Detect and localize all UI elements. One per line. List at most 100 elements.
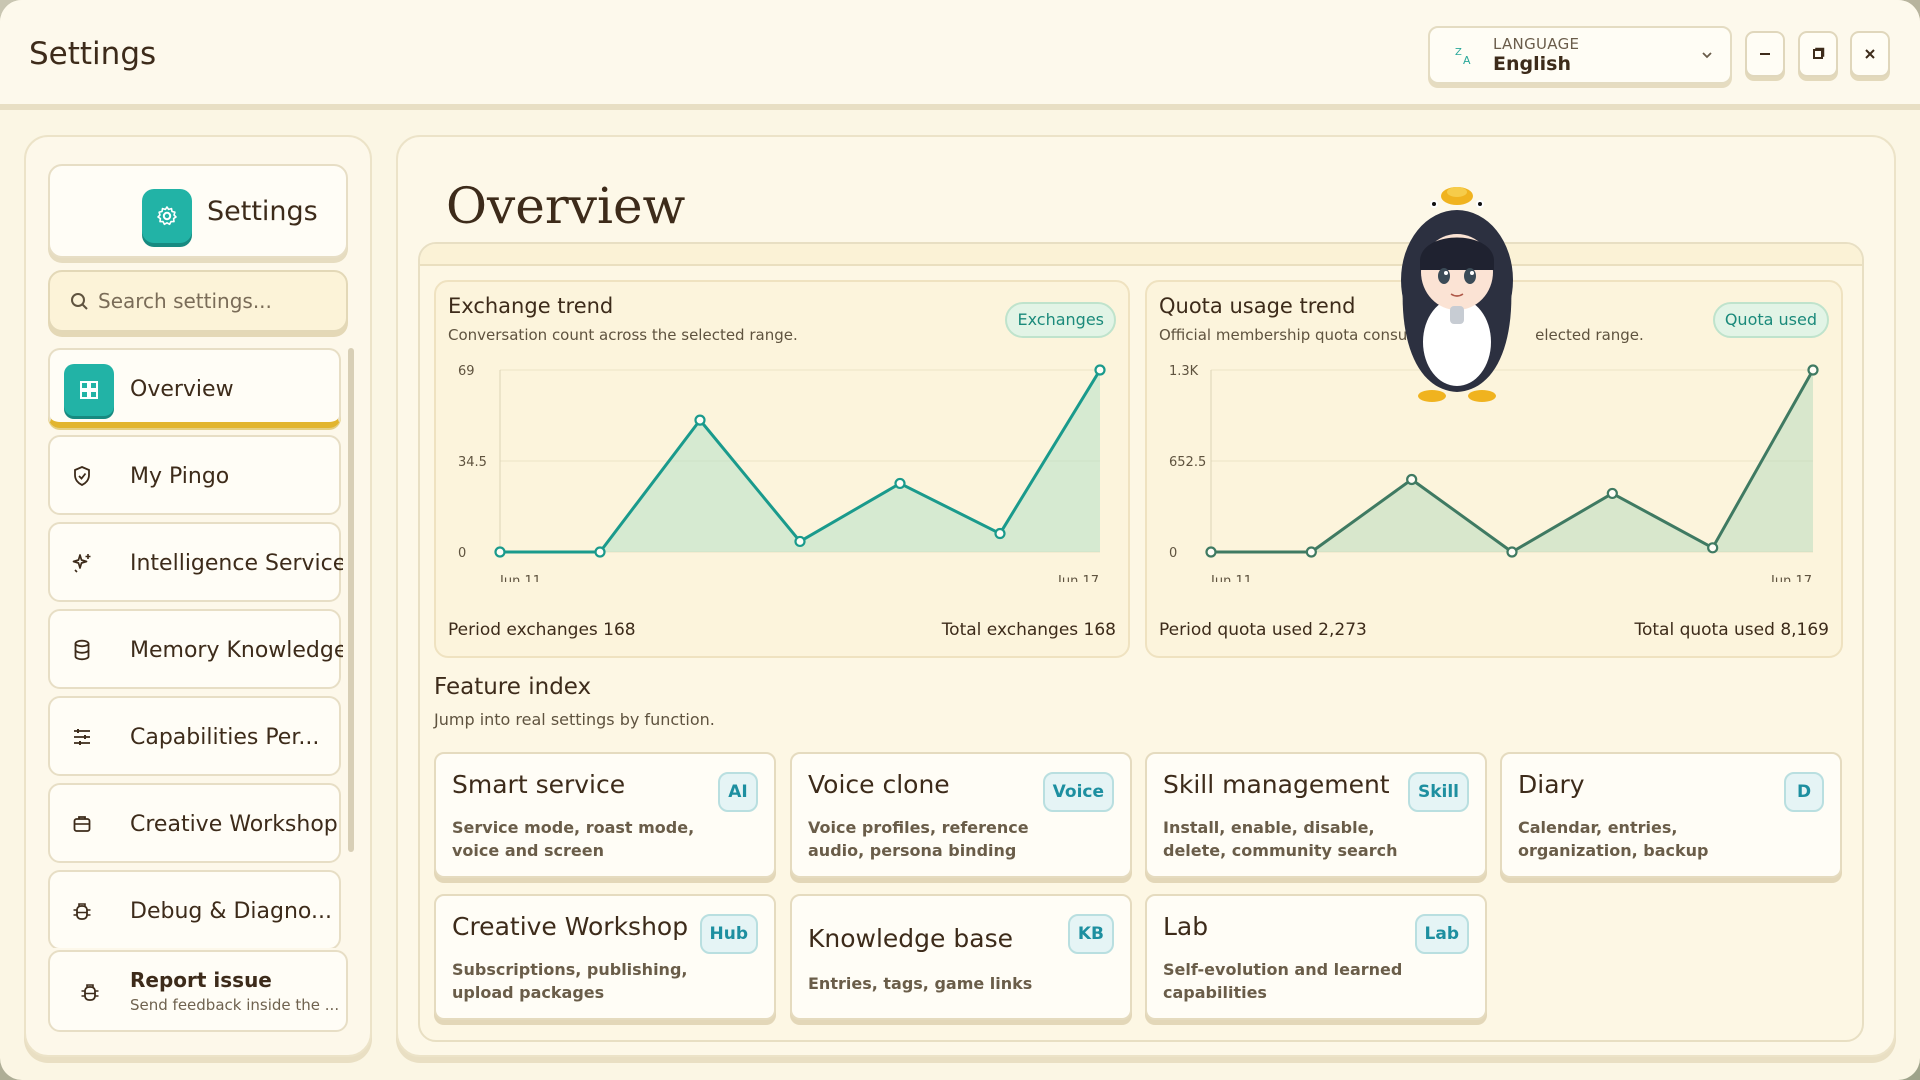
tile-diary[interactable]: Diary D Calendar, entries, organization,…: [1500, 752, 1842, 878]
bug-icon: [70, 899, 94, 923]
sidebar-item-label: Memory Knowledge: [130, 638, 343, 663]
quota-data-point: [1205, 546, 1217, 558]
bug-report-icon: [81, 984, 99, 1001]
exchange-data-point: [994, 527, 1006, 540]
report-issue-title: Report issue: [130, 968, 272, 992]
translate-icon: Z A: [1455, 47, 1471, 67]
tile-description: Subscriptions, publishing, upload packag…: [452, 960, 688, 1002]
language-select[interactable]: Z A LANGUAGE English: [1428, 26, 1732, 84]
tile-badge: Lab: [1414, 914, 1469, 954]
sidebar-item-creative-workshop[interactable]: Creative Workshop: [48, 783, 341, 863]
page-title: Overview: [446, 177, 686, 235]
sidebar-item-my-pingo[interactable]: My Pingo: [48, 435, 341, 515]
exchange-y-tick-label: 0: [458, 546, 466, 561]
gear-icon: [157, 206, 177, 226]
restore-button[interactable]: [1798, 31, 1838, 77]
settings-logo: [142, 189, 192, 243]
tile-title: Lab: [1163, 912, 1209, 941]
tile-badge: D: [1784, 772, 1824, 812]
sidebar-item-debug-diagnostics[interactable]: Debug & Diagno...: [48, 870, 341, 948]
sidebar-item-capabilities[interactable]: Capabilities Per...: [48, 696, 341, 776]
grid-icon: [64, 364, 114, 416]
tile-title: Smart service: [452, 770, 626, 799]
exchange-data-point: [594, 546, 606, 558]
restore-icon: [1813, 47, 1825, 59]
total-quota-used: Total quota used 8,169: [1634, 620, 1829, 640]
svg-text:Z: Z: [1455, 47, 1462, 58]
sidebar-item-label: Debug & Diagno...: [130, 899, 332, 924]
period-exchanges-value: 168: [603, 620, 636, 640]
minimize-button[interactable]: [1745, 31, 1785, 77]
quota-data-point: [1807, 364, 1819, 376]
quota-data-point: [1707, 542, 1719, 554]
shield-icon: [70, 464, 94, 488]
quota-y-tick-label: 1.3K: [1169, 364, 1199, 379]
quota-card-subtitle-end: elected range.: [1535, 326, 1644, 344]
svg-text:A: A: [1463, 54, 1471, 67]
settings-window: Settings Z A LANGUAGE English Settings S…: [0, 0, 1920, 1080]
tile-title: Creative Workshop: [452, 912, 689, 941]
tile-title: Knowledge base: [808, 924, 1013, 953]
quota-data-point: [1406, 473, 1418, 486]
tile-badge: Skill: [1407, 772, 1469, 812]
search-input[interactable]: [98, 286, 338, 316]
period-quota-used: Period quota used 2,273: [1159, 620, 1367, 640]
main-panel: Overview Exchange trend Conversation cou…: [396, 135, 1896, 1057]
quota-used-chip[interactable]: Quota used: [1712, 302, 1829, 338]
exchange-y-tick-label: 69: [458, 364, 475, 379]
quota-data-point: [1506, 546, 1518, 558]
sidebar-item-overview[interactable]: Overview: [48, 348, 341, 428]
sidebar-item-memory-knowledge[interactable]: Memory Knowledge: [48, 609, 343, 689]
sidebar-scrollbar[interactable]: [348, 348, 354, 852]
tile-title: Diary: [1518, 770, 1585, 799]
quota-x-tick-label: Jun 17: [1770, 574, 1812, 582]
tile-description: Self-evolution and learned capabilities: [1163, 960, 1403, 1002]
tile-description: Calendar, entries, organization, backup: [1518, 818, 1709, 860]
exchange-data-point: [1094, 364, 1106, 376]
close-icon: [1865, 49, 1875, 59]
exchange-data-point: [494, 546, 506, 558]
sliders-icon: [70, 725, 94, 749]
tile-badge: Voice: [1042, 772, 1114, 812]
sidebar-item-label: My Pingo: [130, 464, 230, 489]
period-quota-label: Period quota used: [1159, 620, 1313, 640]
quota-card-title: Quota usage trend: [1159, 294, 1356, 318]
tile-creative-workshop[interactable]: Creative Workshop Hub Subscriptions, pub…: [434, 894, 776, 1020]
exchange-chart: 0 34.5 69 Jun 11 Jun 17: [458, 364, 1106, 582]
exchange-data-point: [794, 535, 806, 548]
tile-skill-management[interactable]: Skill management Skill Install, enable, …: [1145, 752, 1487, 878]
tile-knowledge-base[interactable]: Knowledge base KB Entries, tags, game li…: [790, 894, 1132, 1020]
tile-badge: AI: [718, 772, 758, 812]
tile-smart-service[interactable]: Smart service AI Service mode, roast mod…: [434, 752, 776, 878]
minimize-icon: [1760, 53, 1770, 55]
penguin-mascot-image[interactable]: [1392, 170, 1522, 420]
report-issue-subtitle: Send feedback inside the ...: [130, 996, 340, 1014]
total-exchanges: Total exchanges 168: [942, 620, 1116, 640]
search-box[interactable]: [48, 270, 348, 332]
report-issue-button[interactable]: Report issue Send feedback inside the ..…: [48, 950, 348, 1032]
feature-index-subtitle: Jump into real settings by function.: [434, 710, 715, 729]
sidebar-item-label: Capabilities Per...: [130, 725, 320, 750]
chevron-down-icon: [1702, 52, 1712, 59]
sparkle-icon: [70, 551, 94, 575]
language-caption: LANGUAGE: [1493, 35, 1580, 53]
total-exchanges-value: 168: [1083, 620, 1116, 640]
sidebar-nav: Overview My Pingo Intelligence Service M…: [48, 348, 343, 948]
tile-voice-clone[interactable]: Voice clone Voice Voice profiles, refere…: [790, 752, 1132, 878]
period-quota-value: 2,273: [1318, 620, 1367, 640]
tile-badge: Hub: [699, 914, 758, 954]
total-exchanges-label: Total exchanges: [941, 620, 1079, 640]
quota-y-tick-label: 652.5: [1169, 455, 1206, 470]
window-title: Settings: [29, 36, 157, 72]
tile-lab[interactable]: Lab Lab Self-evolution and learned capab…: [1145, 894, 1487, 1020]
total-quota-label: Total quota used: [1634, 620, 1775, 640]
close-button[interactable]: [1850, 31, 1890, 77]
tile-title: Voice clone: [808, 770, 950, 799]
tile-title: Skill management: [1163, 770, 1390, 799]
sidebar-item-label: Overview: [130, 377, 234, 402]
language-value: English: [1493, 53, 1571, 75]
sidebar-item-intelligence-service[interactable]: Intelligence Service: [48, 522, 343, 602]
exchanges-chip[interactable]: Exchanges: [1005, 302, 1116, 338]
overview-content[interactable]: Exchange trend Conversation count across…: [418, 242, 1864, 1042]
exchange-card-title: Exchange trend: [448, 294, 614, 318]
